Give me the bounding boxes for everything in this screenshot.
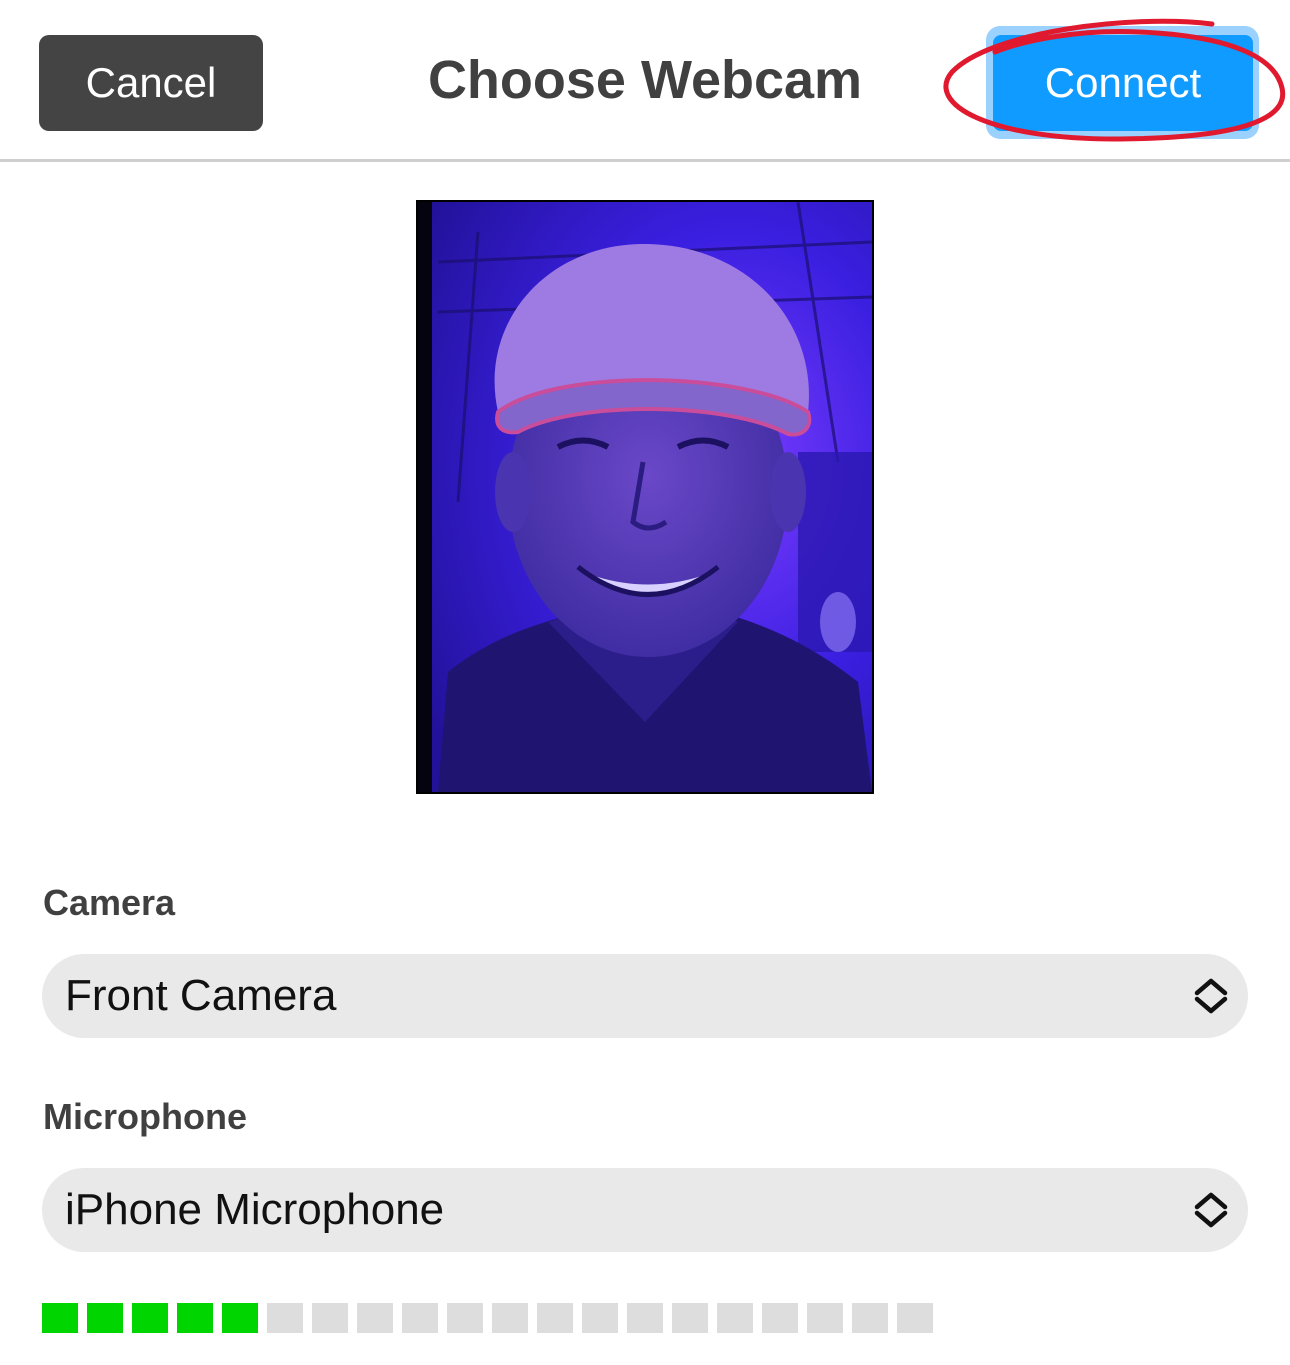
level-segment-active — [132, 1303, 168, 1333]
level-segment-inactive — [357, 1303, 393, 1333]
level-segment-inactive — [402, 1303, 438, 1333]
level-segment-active — [87, 1303, 123, 1333]
level-segment-inactive — [807, 1303, 843, 1333]
level-segment-inactive — [537, 1303, 573, 1333]
level-segment-inactive — [762, 1303, 798, 1333]
header-bar: Cancel Choose Webcam Connect — [0, 0, 1290, 162]
camera-select[interactable]: Front Camera — [42, 954, 1248, 1038]
microphone-select[interactable]: iPhone Microphone — [42, 1168, 1248, 1252]
cancel-button[interactable]: Cancel — [39, 35, 263, 131]
level-segment-inactive — [897, 1303, 933, 1333]
level-segment-inactive — [852, 1303, 888, 1333]
level-segment-active — [177, 1303, 213, 1333]
up-down-chevron-icon — [1194, 978, 1228, 1014]
camera-select-value: Front Camera — [65, 971, 337, 1020]
level-segment-inactive — [447, 1303, 483, 1333]
level-segment-active — [42, 1303, 78, 1333]
level-segment-inactive — [267, 1303, 303, 1333]
level-segment-inactive — [582, 1303, 618, 1333]
choose-webcam-dialog: Cancel Choose Webcam Connect Camera Fron… — [0, 0, 1290, 1365]
microphone-select-value: iPhone Microphone — [65, 1185, 445, 1234]
camera-label: Camera — [43, 882, 176, 923]
connect-button[interactable]: Connect — [993, 35, 1253, 131]
camera-preview-image — [418, 202, 872, 792]
level-segment-inactive — [717, 1303, 753, 1333]
level-segment-inactive — [672, 1303, 708, 1333]
page-title: Choose Webcam — [427, 50, 863, 110]
microphone-label: Microphone — [43, 1096, 247, 1137]
level-segment-inactive — [312, 1303, 348, 1333]
level-segment-inactive — [627, 1303, 663, 1333]
level-segment-inactive — [492, 1303, 528, 1333]
audio-level-meter — [42, 1303, 933, 1333]
level-segment-active — [222, 1303, 258, 1333]
camera-preview — [416, 200, 874, 794]
up-down-chevron-icon — [1194, 1192, 1228, 1228]
